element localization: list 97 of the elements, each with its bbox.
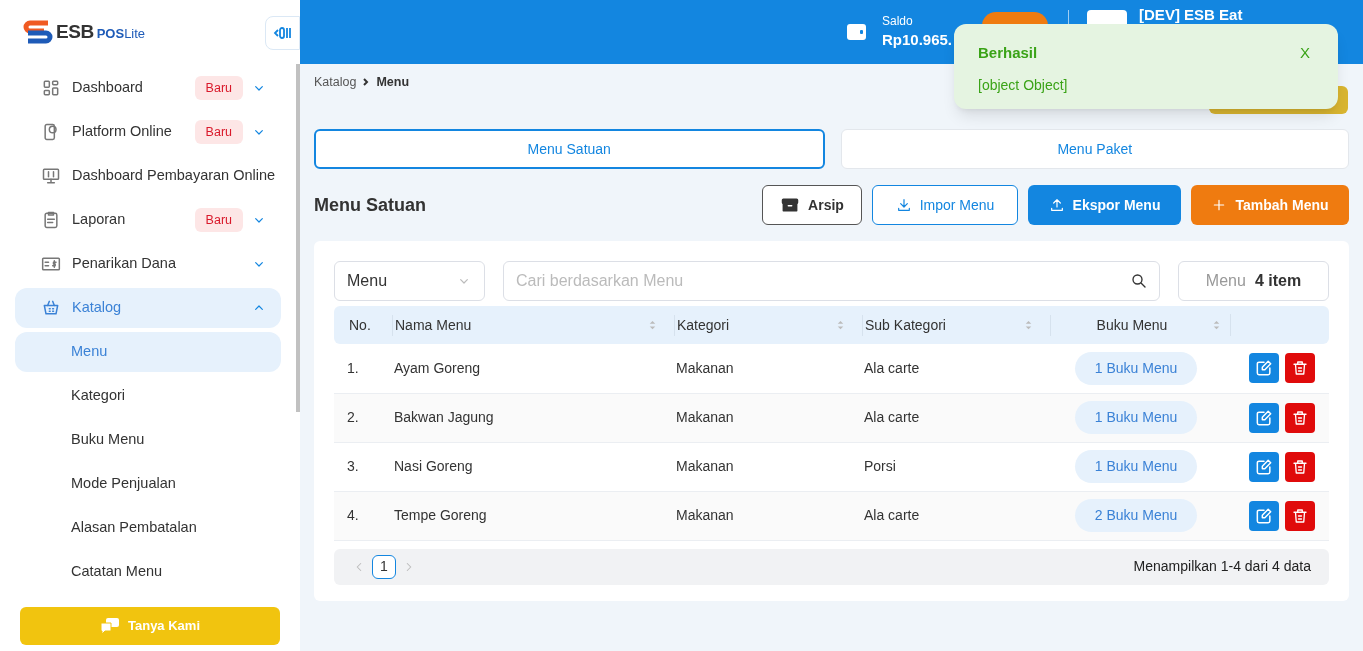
table-cell: Ala carte (864, 409, 920, 425)
sort-icon (647, 318, 658, 332)
basket-icon (41, 298, 61, 318)
page-title: Menu Satuan (314, 193, 427, 217)
logo-text: POS (96, 24, 125, 43)
search-field[interactable]: Cari berdasarkan Menu (503, 261, 1160, 301)
table-cell: Tempe Goreng (394, 507, 487, 523)
sidebar-label: Penarikan Dana (72, 254, 176, 274)
toast-message: [object Object] (978, 75, 1069, 95)
sidebar-label: Dashboard (72, 78, 143, 98)
collapse-button[interactable] (265, 16, 300, 50)
sort-icon (1023, 318, 1034, 332)
delete-button[interactable] (1285, 402, 1315, 433)
sidebar-label: Platform Online (72, 122, 172, 142)
new-badge: Baru (194, 207, 243, 233)
sidebar-item[interactable]: Platform Online Baru (15, 112, 281, 152)
submenu-item[interactable]: Menu (15, 332, 281, 372)
table-cell: Makanan (676, 409, 734, 425)
new-badge: Baru (194, 119, 243, 145)
column-header[interactable]: Kategori (677, 314, 835, 336)
submenu-item[interactable]: Alasan Pembatalan (15, 508, 281, 548)
breadcrumb-current: Menu (376, 73, 410, 91)
collapse-icon (272, 25, 293, 41)
table-cell: Bakwan Jagung (394, 409, 494, 425)
trash-icon (1291, 457, 1309, 476)
submenu-item[interactable]: Mode Penjualan (15, 464, 281, 504)
toast-title: Berhasil (978, 43, 1039, 63)
table-cell: Nasi Goreng (394, 458, 473, 474)
grid-icon (41, 78, 61, 98)
logo-text: ESB (56, 19, 94, 44)
delete-button[interactable] (1285, 451, 1315, 482)
filter-select[interactable]: Menu (334, 261, 485, 301)
sidebar-item[interactable]: Laporan Baru (15, 200, 281, 240)
sort-icon (1211, 318, 1222, 332)
table-cell: Ala carte (864, 507, 920, 523)
menu-book-pill[interactable]: 1 Buku Menu (1074, 401, 1198, 434)
tab[interactable]: Menu Paket (840, 129, 1349, 169)
edit-button[interactable] (1249, 500, 1279, 531)
wallet-icon (846, 23, 867, 41)
sidebar-item[interactable]: Penarikan Dana (15, 244, 281, 284)
archive-icon (780, 195, 801, 215)
sidebar-item[interactable]: Dashboard Baru (15, 68, 281, 108)
balance-amount: Rp10.965. (882, 30, 953, 50)
count-label: Menu (1205, 271, 1246, 291)
cash-icon (41, 254, 61, 274)
pagination-summary: Menampilkan 1-4 dari 4 data (1133, 557, 1311, 576)
table-cell: Makanan (676, 359, 734, 376)
delete-button[interactable] (1285, 353, 1315, 384)
toolbar-button[interactable]: Impor Menu (872, 185, 1018, 225)
logo-text: Lite (124, 24, 146, 43)
monitor-icon (41, 166, 61, 186)
table-cell: Ala carte (864, 359, 920, 376)
table-cell: Makanan (676, 507, 734, 523)
trash-icon (1291, 359, 1309, 378)
sidebar-label: Dashboard Pembayaran Online (72, 166, 276, 186)
submenu-item[interactable]: Kategori (15, 376, 281, 416)
count-value: 4 item (1254, 271, 1302, 291)
breadcrumb-link[interactable]: Katalog (314, 72, 357, 92)
table-cell: Ayam Goreng (394, 359, 481, 376)
toolbar-button[interactable]: Ekspor Menu (1028, 185, 1181, 225)
clipboard-icon (41, 210, 61, 230)
store-name: [DEV] ESB Eat (1139, 7, 1243, 23)
sidebar-item[interactable]: Dashboard Pembayaran Online (15, 156, 281, 196)
table-cell: 4. (347, 507, 359, 523)
trash-icon (1291, 506, 1309, 525)
sidebar-label: Katalog (72, 298, 122, 318)
new-badge: Baru (194, 75, 243, 101)
column-header: No. (349, 315, 372, 335)
table-cell: 1. (347, 359, 359, 376)
edit-button[interactable] (1249, 402, 1279, 433)
sidebar-label: Laporan (72, 210, 126, 230)
search-icon (1130, 272, 1148, 290)
download-icon (895, 197, 912, 213)
table-cell: 2. (347, 409, 359, 425)
column-header[interactable]: Nama Menu (395, 314, 647, 336)
trash-icon (1291, 408, 1309, 427)
column-header[interactable]: Sub Kategori (865, 314, 1023, 336)
sort-icon (835, 318, 846, 332)
table-cell: Makanan (676, 458, 734, 474)
submenu-item[interactable]: Buku Menu (15, 420, 281, 460)
delete-button[interactable] (1285, 500, 1315, 531)
menu-book-pill[interactable]: 1 Buku Menu (1074, 450, 1198, 483)
toolbar-button[interactable]: Arsip (762, 185, 862, 225)
table-cell: Porsi (864, 458, 896, 474)
page-button[interactable]: 1 (372, 554, 396, 579)
balance-label: Saldo (882, 13, 914, 29)
menu-book-pill[interactable]: 2 Buku Menu (1074, 499, 1198, 532)
upload-icon (1048, 197, 1065, 213)
chat-icon (100, 617, 120, 635)
column-header[interactable]: Buku Menu (1053, 314, 1211, 336)
edit-button[interactable] (1249, 353, 1279, 384)
tab[interactable]: Menu Satuan (314, 129, 825, 169)
table-cell: 3. (347, 458, 359, 474)
submenu-item[interactable]: Catatan Menu (15, 552, 281, 592)
menu-book-pill[interactable]: 1 Buku Menu (1074, 351, 1198, 385)
sidebar-item[interactable]: Katalog (15, 288, 281, 328)
edit-button[interactable] (1249, 451, 1279, 482)
